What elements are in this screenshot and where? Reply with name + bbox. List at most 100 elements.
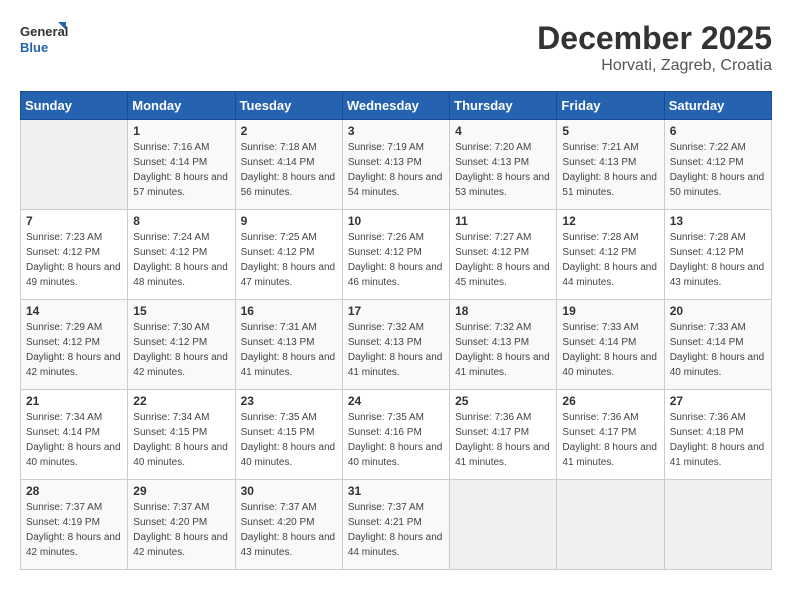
day-info: Sunrise: 7:19 AMSunset: 4:13 PMDaylight:… [348, 140, 444, 200]
calendar-cell: 23 Sunrise: 7:35 AMSunset: 4:15 PMDaylig… [235, 390, 342, 480]
calendar-cell: 8 Sunrise: 7:24 AMSunset: 4:12 PMDayligh… [128, 210, 235, 300]
column-header-saturday: Saturday [664, 92, 771, 120]
day-number: 27 [670, 394, 766, 408]
day-number: 11 [455, 214, 551, 228]
day-info: Sunrise: 7:22 AMSunset: 4:12 PMDaylight:… [670, 140, 766, 200]
day-number: 19 [562, 304, 658, 318]
day-number: 22 [133, 394, 229, 408]
day-number: 24 [348, 394, 444, 408]
column-header-wednesday: Wednesday [342, 92, 449, 120]
day-number: 2 [241, 124, 337, 138]
calendar-cell: 28 Sunrise: 7:37 AMSunset: 4:19 PMDaylig… [21, 480, 128, 570]
column-header-friday: Friday [557, 92, 664, 120]
calendar-cell: 24 Sunrise: 7:35 AMSunset: 4:16 PMDaylig… [342, 390, 449, 480]
calendar-cell: 5 Sunrise: 7:21 AMSunset: 4:13 PMDayligh… [557, 120, 664, 210]
day-info: Sunrise: 7:32 AMSunset: 4:13 PMDaylight:… [348, 320, 444, 380]
logo-icon: General Blue [20, 20, 70, 62]
day-number: 31 [348, 484, 444, 498]
day-number: 18 [455, 304, 551, 318]
calendar-cell: 12 Sunrise: 7:28 AMSunset: 4:12 PMDaylig… [557, 210, 664, 300]
calendar-cell: 13 Sunrise: 7:28 AMSunset: 4:12 PMDaylig… [664, 210, 771, 300]
day-number: 8 [133, 214, 229, 228]
day-info: Sunrise: 7:33 AMSunset: 4:14 PMDaylight:… [562, 320, 658, 380]
day-number: 4 [455, 124, 551, 138]
day-number: 26 [562, 394, 658, 408]
day-info: Sunrise: 7:25 AMSunset: 4:12 PMDaylight:… [241, 230, 337, 290]
calendar-cell: 26 Sunrise: 7:36 AMSunset: 4:17 PMDaylig… [557, 390, 664, 480]
calendar-cell: 19 Sunrise: 7:33 AMSunset: 4:14 PMDaylig… [557, 300, 664, 390]
day-info: Sunrise: 7:33 AMSunset: 4:14 PMDaylight:… [670, 320, 766, 380]
day-info: Sunrise: 7:29 AMSunset: 4:12 PMDaylight:… [26, 320, 122, 380]
calendar-cell: 15 Sunrise: 7:30 AMSunset: 4:12 PMDaylig… [128, 300, 235, 390]
day-number: 16 [241, 304, 337, 318]
day-info: Sunrise: 7:24 AMSunset: 4:12 PMDaylight:… [133, 230, 229, 290]
page-header: General Blue December 2025 Horvati, Zagr… [20, 20, 772, 75]
day-number: 3 [348, 124, 444, 138]
calendar-cell: 18 Sunrise: 7:32 AMSunset: 4:13 PMDaylig… [450, 300, 557, 390]
day-number: 13 [670, 214, 766, 228]
day-info: Sunrise: 7:21 AMSunset: 4:13 PMDaylight:… [562, 140, 658, 200]
day-number: 30 [241, 484, 337, 498]
day-number: 15 [133, 304, 229, 318]
calendar-cell: 22 Sunrise: 7:34 AMSunset: 4:15 PMDaylig… [128, 390, 235, 480]
day-number: 20 [670, 304, 766, 318]
day-info: Sunrise: 7:28 AMSunset: 4:12 PMDaylight:… [670, 230, 766, 290]
calendar-cell: 27 Sunrise: 7:36 AMSunset: 4:18 PMDaylig… [664, 390, 771, 480]
calendar-week-3: 14 Sunrise: 7:29 AMSunset: 4:12 PMDaylig… [21, 300, 772, 390]
day-info: Sunrise: 7:36 AMSunset: 4:17 PMDaylight:… [455, 410, 551, 470]
calendar-cell [21, 120, 128, 210]
column-header-tuesday: Tuesday [235, 92, 342, 120]
calendar-week-5: 28 Sunrise: 7:37 AMSunset: 4:19 PMDaylig… [21, 480, 772, 570]
calendar-cell: 11 Sunrise: 7:27 AMSunset: 4:12 PMDaylig… [450, 210, 557, 300]
day-number: 12 [562, 214, 658, 228]
calendar-cell: 21 Sunrise: 7:34 AMSunset: 4:14 PMDaylig… [21, 390, 128, 480]
calendar-header-row: SundayMondayTuesdayWednesdayThursdayFrid… [21, 92, 772, 120]
day-info: Sunrise: 7:36 AMSunset: 4:17 PMDaylight:… [562, 410, 658, 470]
calendar-cell [450, 480, 557, 570]
day-info: Sunrise: 7:16 AMSunset: 4:14 PMDaylight:… [133, 140, 229, 200]
day-number: 10 [348, 214, 444, 228]
calendar-cell: 29 Sunrise: 7:37 AMSunset: 4:20 PMDaylig… [128, 480, 235, 570]
calendar-cell: 1 Sunrise: 7:16 AMSunset: 4:14 PMDayligh… [128, 120, 235, 210]
column-header-monday: Monday [128, 92, 235, 120]
day-info: Sunrise: 7:34 AMSunset: 4:15 PMDaylight:… [133, 410, 229, 470]
day-info: Sunrise: 7:30 AMSunset: 4:12 PMDaylight:… [133, 320, 229, 380]
calendar-cell: 7 Sunrise: 7:23 AMSunset: 4:12 PMDayligh… [21, 210, 128, 300]
day-info: Sunrise: 7:35 AMSunset: 4:16 PMDaylight:… [348, 410, 444, 470]
day-info: Sunrise: 7:37 AMSunset: 4:21 PMDaylight:… [348, 500, 444, 560]
day-number: 23 [241, 394, 337, 408]
calendar-cell: 25 Sunrise: 7:36 AMSunset: 4:17 PMDaylig… [450, 390, 557, 480]
location-title: Horvati, Zagreb, Croatia [537, 57, 772, 75]
day-info: Sunrise: 7:31 AMSunset: 4:13 PMDaylight:… [241, 320, 337, 380]
day-number: 5 [562, 124, 658, 138]
day-info: Sunrise: 7:37 AMSunset: 4:20 PMDaylight:… [133, 500, 229, 560]
day-info: Sunrise: 7:35 AMSunset: 4:15 PMDaylight:… [241, 410, 337, 470]
title-block: December 2025 Horvati, Zagreb, Croatia [537, 20, 772, 75]
day-number: 25 [455, 394, 551, 408]
calendar-cell: 2 Sunrise: 7:18 AMSunset: 4:14 PMDayligh… [235, 120, 342, 210]
day-info: Sunrise: 7:27 AMSunset: 4:12 PMDaylight:… [455, 230, 551, 290]
day-info: Sunrise: 7:26 AMSunset: 4:12 PMDaylight:… [348, 230, 444, 290]
svg-text:General: General [20, 24, 68, 39]
calendar-week-1: 1 Sunrise: 7:16 AMSunset: 4:14 PMDayligh… [21, 120, 772, 210]
calendar-cell: 10 Sunrise: 7:26 AMSunset: 4:12 PMDaylig… [342, 210, 449, 300]
calendar-cell: 31 Sunrise: 7:37 AMSunset: 4:21 PMDaylig… [342, 480, 449, 570]
calendar-cell: 6 Sunrise: 7:22 AMSunset: 4:12 PMDayligh… [664, 120, 771, 210]
svg-text:Blue: Blue [20, 40, 48, 55]
calendar-cell: 4 Sunrise: 7:20 AMSunset: 4:13 PMDayligh… [450, 120, 557, 210]
column-header-thursday: Thursday [450, 92, 557, 120]
day-number: 6 [670, 124, 766, 138]
calendar-cell: 17 Sunrise: 7:32 AMSunset: 4:13 PMDaylig… [342, 300, 449, 390]
calendar-week-4: 21 Sunrise: 7:34 AMSunset: 4:14 PMDaylig… [21, 390, 772, 480]
day-info: Sunrise: 7:32 AMSunset: 4:13 PMDaylight:… [455, 320, 551, 380]
day-info: Sunrise: 7:18 AMSunset: 4:14 PMDaylight:… [241, 140, 337, 200]
day-info: Sunrise: 7:23 AMSunset: 4:12 PMDaylight:… [26, 230, 122, 290]
day-info: Sunrise: 7:20 AMSunset: 4:13 PMDaylight:… [455, 140, 551, 200]
calendar-week-2: 7 Sunrise: 7:23 AMSunset: 4:12 PMDayligh… [21, 210, 772, 300]
column-header-sunday: Sunday [21, 92, 128, 120]
day-number: 14 [26, 304, 122, 318]
day-number: 7 [26, 214, 122, 228]
day-number: 21 [26, 394, 122, 408]
calendar-cell: 9 Sunrise: 7:25 AMSunset: 4:12 PMDayligh… [235, 210, 342, 300]
calendar-cell: 16 Sunrise: 7:31 AMSunset: 4:13 PMDaylig… [235, 300, 342, 390]
